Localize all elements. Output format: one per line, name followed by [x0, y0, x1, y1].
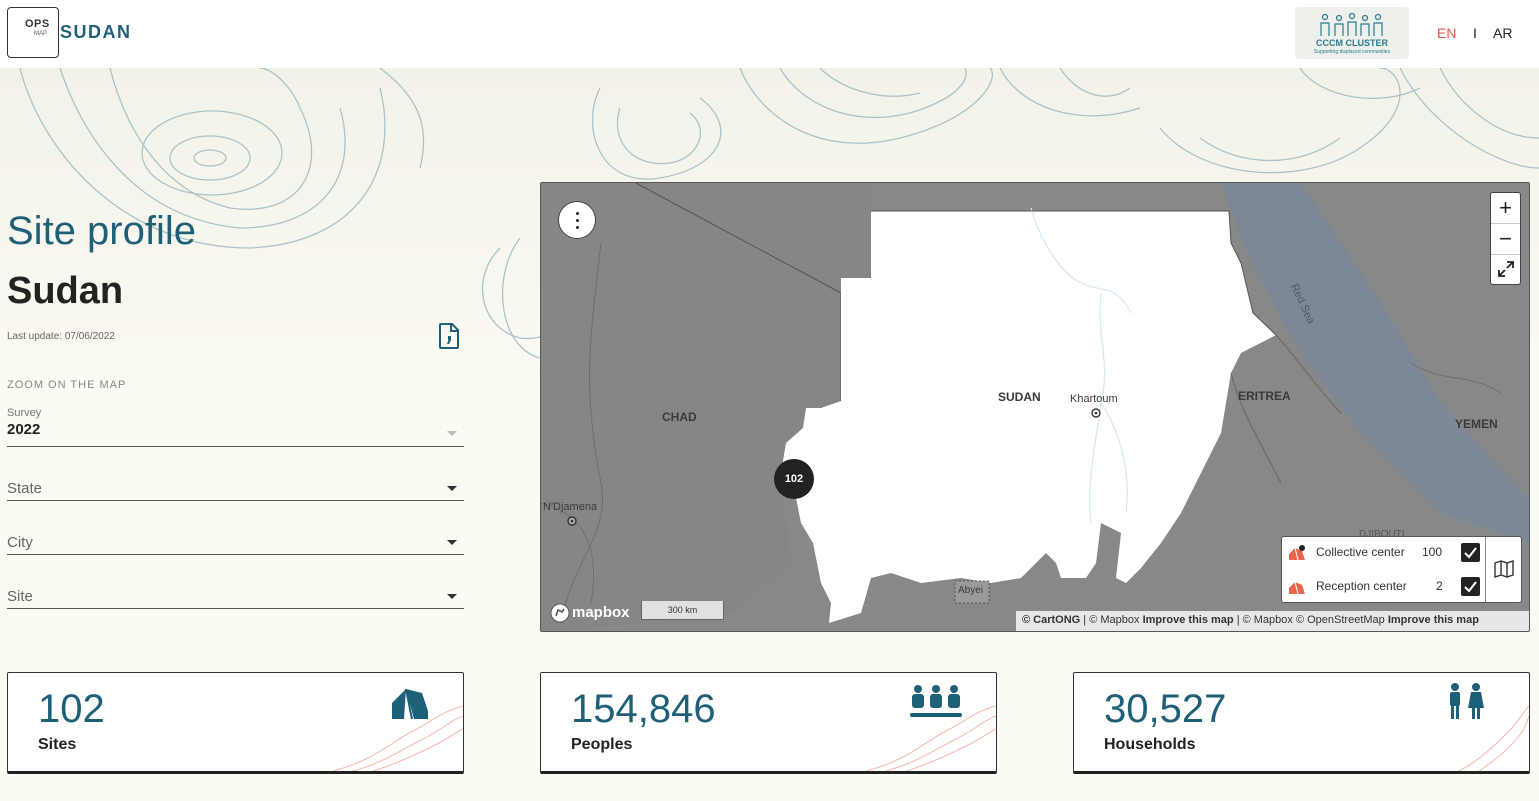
stat-card-peoples: 154,846 Peoples [540, 672, 997, 774]
chevron-down-icon [447, 431, 457, 436]
map-label-abyei: Abyei [958, 585, 984, 596]
language-ar[interactable]: AR [1493, 25, 1512, 41]
fullscreen-icon[interactable] [1496, 259, 1516, 279]
legend-count: 2 [1436, 579, 1443, 593]
improve-map-link[interactable]: Improve this map [1143, 614, 1234, 626]
chevron-down-icon [447, 486, 457, 491]
card-decoration [1458, 705, 1529, 771]
legend-reception-center[interactable]: Reception center 2 [1288, 576, 1483, 598]
mapbox-wordmark: mapbox [572, 604, 630, 621]
survey-value: 2022 [7, 421, 41, 438]
map-menu-button[interactable] [558, 201, 596, 239]
legend-label: Collective center [1316, 545, 1405, 559]
state-placeholder: State [7, 480, 43, 497]
map-attribution: © CartONG | © Mapbox Improve this map | … [1016, 611, 1529, 631]
site-placeholder: Site [7, 588, 33, 605]
city-select[interactable]: City [7, 515, 464, 555]
stat-card-households: 30,527 Households [1073, 672, 1530, 774]
basemap-toggle-icon[interactable] [1493, 558, 1515, 580]
logo-ops-text: OPS [25, 18, 50, 30]
attrib-cartong[interactable]: © CartONG [1022, 614, 1080, 626]
checkmark-icon [1464, 547, 1477, 559]
map-label-chad: CHAD [662, 410, 697, 424]
map-scale: 300 km [641, 601, 724, 620]
map-label-khartoum: Khartoum [1070, 393, 1118, 405]
reception-center-checkbox[interactable] [1461, 577, 1480, 596]
site-cluster-marker[interactable]: 102 [774, 459, 814, 499]
legend-count: 100 [1422, 545, 1443, 559]
checkmark-icon [1464, 581, 1477, 593]
reception-center-icon [1289, 581, 1305, 595]
stat-label: Peoples [571, 736, 633, 753]
logo-map-text: MAP [34, 31, 48, 37]
page-title: Site profile [7, 209, 196, 253]
zoom-section-label: ZOOM ON THE MAP [7, 379, 127, 391]
zoom-in-button[interactable]: + [1491, 193, 1520, 223]
mapbox-icon [550, 603, 570, 623]
survey-select[interactable]: Survey 2022 [7, 407, 464, 447]
improve-map-link[interactable]: Improve this map [1388, 614, 1479, 626]
cccm-people-icon [1320, 13, 1383, 36]
survey-label: Survey [7, 407, 42, 419]
language-separator: I [1473, 25, 1477, 41]
language-en[interactable]: EN [1437, 25, 1456, 41]
download-report-icon[interactable] [438, 323, 460, 349]
stat-label: Sites [38, 736, 77, 753]
chevron-down-icon [447, 594, 457, 599]
cccm-subtitle: Supporting displaced communities [1313, 49, 1391, 55]
zoom-out-button[interactable]: − [1491, 224, 1520, 254]
collective-center-checkbox[interactable] [1461, 543, 1480, 562]
stat-value: 102 [38, 687, 105, 731]
map-legend: Collective center 100 Reception center 2 [1281, 536, 1522, 603]
legend-collective-center[interactable]: Collective center 100 [1288, 542, 1483, 564]
zoom-controls: + − [1490, 192, 1521, 285]
stat-label: Households [1104, 736, 1196, 753]
legend-label: Reception center [1316, 579, 1407, 593]
site-map[interactable]: SUDAN Khartoum CHAD N'Djamena ERITREA YE… [540, 182, 1530, 632]
chevron-down-icon [447, 540, 457, 545]
country-name: Sudan [7, 270, 124, 312]
opsmap-logo[interactable] [7, 7, 59, 58]
map-label-eritrea: ERITREA [1238, 389, 1291, 403]
map-label-yemen: YEMEN [1455, 417, 1498, 431]
site-select[interactable]: Site [7, 569, 464, 609]
map-label-ndjamena: N'Djamena [543, 501, 598, 513]
city-placeholder: City [7, 534, 33, 551]
map-label-sudan: SUDAN [998, 390, 1041, 404]
cccm-title: CCCM CLUSTER [1316, 38, 1388, 48]
cccm-cluster-logo[interactable]: CCCM CLUSTER Supporting displaced commun… [1295, 7, 1409, 59]
logo-country-text[interactable]: SUDAN [60, 22, 132, 43]
stat-value: 30,527 [1104, 687, 1227, 731]
card-decoration [333, 705, 463, 771]
card-decoration [866, 705, 996, 771]
collective-center-icon [1289, 545, 1305, 561]
stat-value: 154,846 [571, 687, 716, 731]
top-header: OPS MAP SUDAN CCCM CLUSTER Supporting di… [0, 0, 1539, 68]
stat-card-sites: 102 Sites [7, 672, 464, 774]
state-select[interactable]: State [7, 461, 464, 501]
last-update: Last update: 07/06/2022 [7, 331, 115, 342]
